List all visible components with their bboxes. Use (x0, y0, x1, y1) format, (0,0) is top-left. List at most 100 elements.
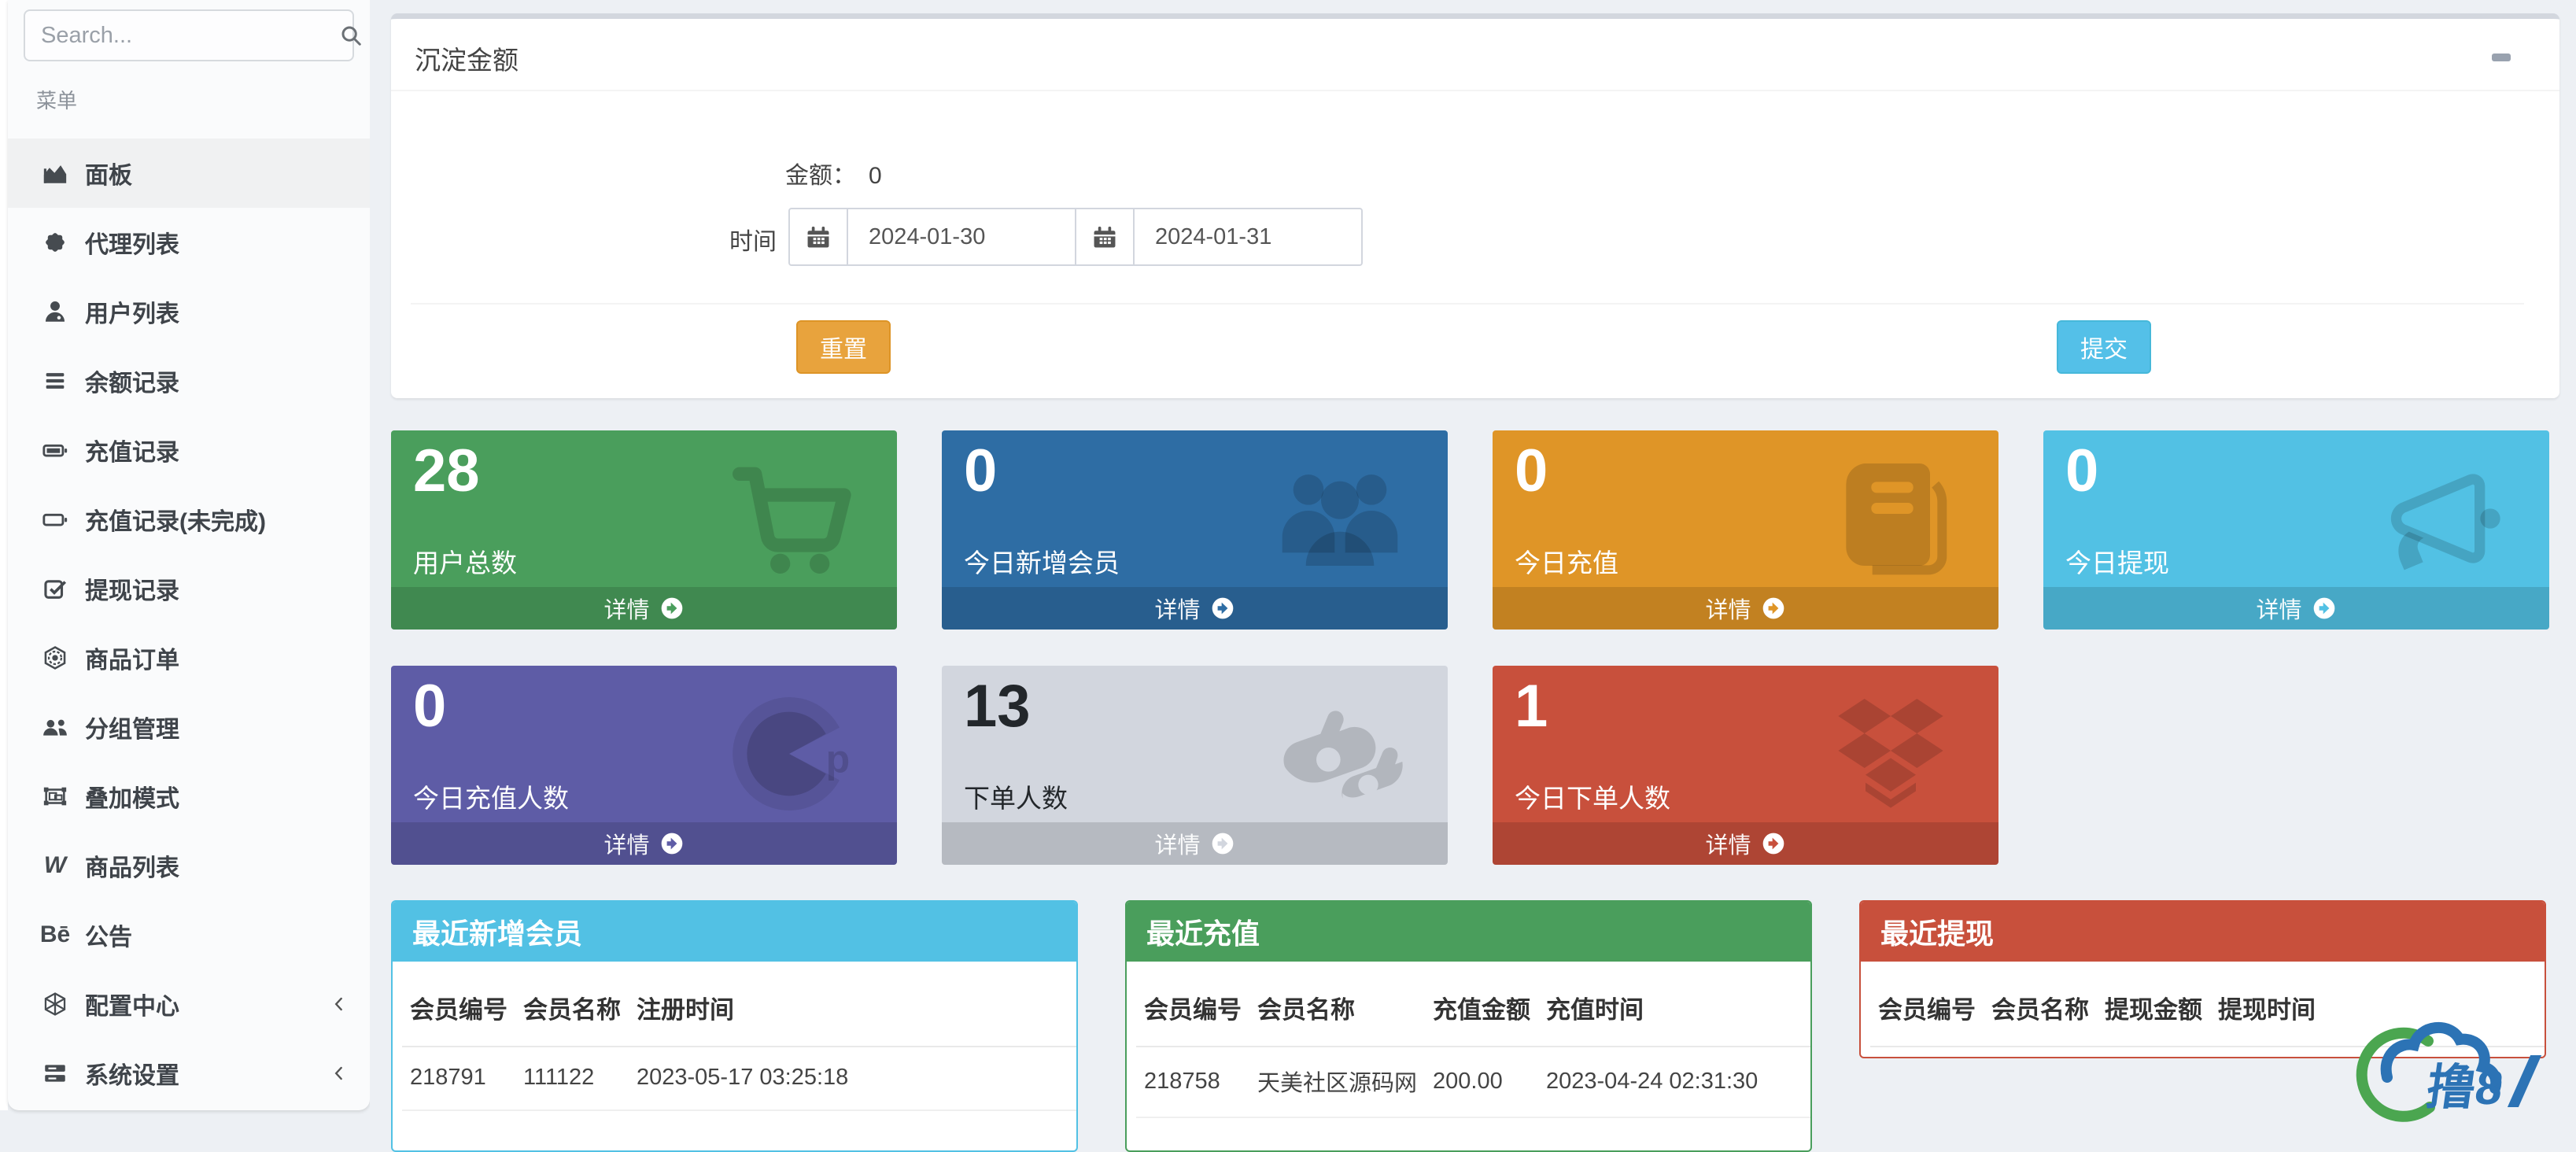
infobox-recharge-users-today: 0 今日充值人数 p 详情 (391, 666, 897, 865)
wpforms-icon: W (38, 852, 72, 879)
search-icon[interactable] (339, 24, 363, 47)
sidebar-item-balance-records[interactable]: 余额记录 (8, 346, 370, 415)
first-order-icon (38, 644, 72, 671)
table-row[interactable]: 218791 111122 2023-05-17 03:25:18 (393, 1047, 1076, 1110)
column-header: 会员编号 (1136, 962, 1249, 1047)
infobox-label: 用户总数 (413, 542, 517, 580)
card-header: 最近新增会员 (393, 902, 1076, 962)
infobox-withdraw-today: 0 今日提现 详情 (2043, 430, 2549, 630)
sidebar-item-product-orders[interactable]: 商品订单 (8, 623, 370, 692)
card-title: 最近新增会员 (412, 911, 582, 952)
date-to-field[interactable] (1133, 208, 1363, 266)
arrow-circle-right-icon (2312, 596, 2337, 621)
sidebar-item-label: 公告 (85, 918, 132, 952)
detail-label: 详情 (1154, 592, 1200, 625)
infobox-detail-link[interactable]: 详情 (2043, 587, 2549, 630)
panel-footer-divider (411, 303, 2524, 305)
calendar-icon (788, 208, 848, 266)
sidebar-item-system-settings[interactable]: 系统设置 (8, 1039, 370, 1108)
bullhorn-icon (2375, 456, 2508, 582)
sidebar-item-group-management[interactable]: 分组管理 (8, 692, 370, 762)
table-header-row: 会员编号 会员名称 充值金额 充值时间 (1127, 962, 1810, 1047)
arrow-circle-right-icon (1210, 596, 1235, 621)
sidebar-item-announcements[interactable]: Bē 公告 (8, 900, 370, 969)
detail-label: 详情 (603, 827, 649, 860)
amount-label: 金额： (785, 163, 856, 189)
column-header: 会员编号 (1870, 962, 1984, 1047)
infobox-detail-link[interactable]: 详情 (1493, 587, 1998, 630)
column-header: 充值时间 (1538, 962, 1810, 1047)
panel-title: 沉淀金额 (415, 39, 519, 77)
infobox-detail-link[interactable]: 详情 (942, 587, 1448, 630)
panel-header: 沉淀金额 (391, 19, 2559, 91)
infobox-label: 今日下单人数 (1515, 777, 1670, 815)
cell-member-name: 111122 (515, 1047, 629, 1110)
battery-empty-icon (38, 506, 72, 533)
sidebar-item-label: 系统设置 (85, 1056, 179, 1091)
cell-member-name: 天美社区源码网 (1249, 1047, 1425, 1117)
infobox-label: 今日提现 (2065, 542, 2169, 580)
sidebar-item-recharge-records-incomplete[interactable]: 充值记录(未完成) (8, 485, 370, 554)
infobox-label: 今日充值人数 (413, 777, 569, 815)
sidebar-item-overlay-mode[interactable]: 叠加模式 (8, 762, 370, 831)
chevron-left-icon (329, 1063, 349, 1084)
column-header: 提现金额 (2097, 962, 2210, 1047)
sidebar-item-withdraw-records[interactable]: 提现记录 (8, 554, 370, 623)
date-from-input[interactable] (867, 223, 1056, 251)
shopping-cart-icon (722, 456, 856, 582)
table-row[interactable]: 218758 天美社区源码网 200.00 2023-04-24 02:31:3… (1127, 1047, 1810, 1117)
table-header-row: 会员编号 会员名称 注册时间 (393, 962, 1076, 1047)
date-to-input[interactable] (1153, 223, 1342, 251)
card-title: 最近充值 (1146, 911, 1260, 952)
infobox-detail-link[interactable]: 详情 (1493, 822, 1998, 865)
column-header: 会员名称 (515, 962, 629, 1047)
detail-label: 详情 (2256, 592, 2301, 625)
recent-recharge-table: 会员编号 会员名称 充值金额 充值时间 218758 天美社区源码网 200.0… (1127, 962, 1810, 1118)
infobox-new-members-today: 0 今日新增会员 详情 (942, 430, 1448, 630)
infobox-value: 1 (1515, 674, 1548, 740)
settle-amount-panel: 沉淀金额 金额：0 时间 重置 提交 (391, 13, 2559, 398)
pacman-icon: p (722, 691, 856, 817)
recent-members-table: 会员编号 会员名称 注册时间 218791 111122 2023-05-17 … (393, 962, 1076, 1111)
logo-text: 撸8 (2423, 1061, 2506, 1115)
codepen-icon (38, 991, 72, 1017)
sidebar-item-dashboard[interactable]: 面板 (8, 138, 370, 208)
column-header: 会员名称 (1984, 962, 2097, 1047)
chevron-left-icon (329, 994, 349, 1014)
search-input[interactable] (39, 22, 339, 50)
date-from-field[interactable] (847, 208, 1076, 266)
infobox-detail-link[interactable]: 详情 (391, 822, 897, 865)
column-header: 注册时间 (629, 962, 1076, 1047)
reset-button[interactable]: 重置 (796, 320, 891, 374)
sidebar-item-label: 商品列表 (85, 848, 179, 883)
area-chart-icon (38, 160, 72, 186)
infobox-label: 下单人数 (964, 777, 1068, 815)
menu-section-label: 菜单 (36, 85, 77, 114)
sidebar-item-label: 配置中心 (85, 987, 179, 1021)
infobox-order-users-today: 1 今日下单人数 详情 (1493, 666, 1998, 865)
infobox-detail-link[interactable]: 详情 (942, 822, 1448, 865)
infobox-value: 0 (413, 674, 446, 740)
sidebar-item-config-center[interactable]: 配置中心 (8, 969, 370, 1039)
svg-text:p: p (826, 737, 851, 781)
sidebar-item-label: 商品订单 (85, 641, 179, 675)
sidebar-item-product-list[interactable]: W 商品列表 (8, 831, 370, 900)
sidebar-item-recharge-records[interactable]: 充值记录 (8, 415, 370, 485)
sidebar-item-users[interactable]: 用户列表 (8, 277, 370, 346)
sidebar-item-label: 面板 (85, 156, 132, 190)
cell-recharge-time: 2023-04-24 02:31:30 (1538, 1047, 1810, 1117)
infobox-value: 0 (1515, 438, 1548, 504)
object-group-icon (38, 783, 72, 810)
cell-recharge-amount: 200.00 (1425, 1047, 1538, 1117)
list-icon (38, 367, 72, 394)
page-left-margin (0, 0, 8, 1110)
sidebar-item-label: 代理列表 (85, 225, 179, 260)
submit-button[interactable]: 提交 (2057, 320, 2151, 374)
infobox-detail-link[interactable]: 详情 (391, 587, 897, 630)
infobox-label: 今日充值 (1515, 542, 1618, 580)
sidebar-item-agents[interactable]: 代理列表 (8, 208, 370, 277)
sign-language-icon (1273, 691, 1407, 817)
collapse-minus-icon[interactable] (2492, 54, 2511, 61)
server-icon (38, 1060, 72, 1087)
infobox-value: 13 (964, 674, 1031, 740)
